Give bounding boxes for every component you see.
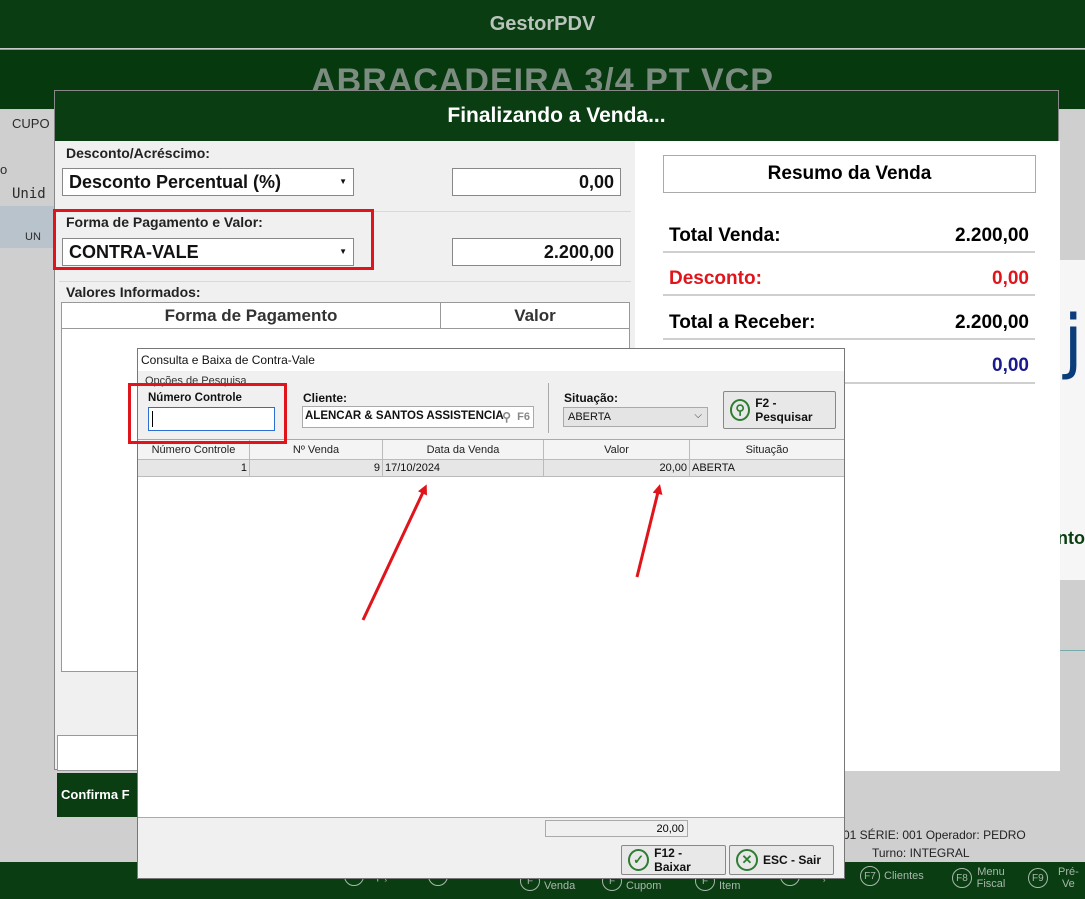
grid-footer: 20,00 <box>138 817 844 839</box>
person-search-icon[interactable]: ⚲ <box>502 410 511 424</box>
column-header: Valor <box>544 440 690 459</box>
column-header: Situação <box>745 443 789 456</box>
status-serie: 01 SÉRIE: 001 Operador: PEDRO <box>843 828 1026 842</box>
highlight-box-numero-controle <box>128 383 287 444</box>
footer-key-pre-venda[interactable]: F9 Pré-Ve <box>1028 866 1085 890</box>
situacao-select[interactable]: ABERTA ⌵ <box>563 407 708 427</box>
sair-button[interactable]: ✕ ESC - Sair <box>729 845 834 875</box>
f-key-icon: F7 <box>860 866 880 886</box>
column-header: Valor <box>514 305 556 325</box>
app-title-bar: GestorPDV <box>0 0 1085 48</box>
contravale-title: Consulta e Baixa de Contra-Vale <box>138 349 844 371</box>
total-venda-value: 2.200,00 <box>955 225 1029 246</box>
cliente-label: Cliente: <box>303 391 348 405</box>
f-key-icon: F9 <box>1028 868 1048 888</box>
divider <box>59 281 631 282</box>
close-icon: ✕ <box>736 849 758 871</box>
divider <box>663 338 1035 340</box>
app-title: GestorPDV <box>489 12 596 35</box>
f-key-icon: F8 <box>952 868 972 888</box>
situacao-label: Situação: <box>564 391 619 405</box>
desconto-type-value: Desconto Percentual (%) <box>69 172 282 192</box>
desconto-summary-label: Desconto: <box>669 268 762 289</box>
bg-right-text: nto <box>1057 528 1085 548</box>
total-venda-row: Total Venda: 2.200,00 <box>663 225 1035 247</box>
check-icon: ✓ <box>628 849 650 871</box>
sair-label: ESC - Sair <box>763 853 822 867</box>
desconto-type-select[interactable]: Desconto Percentual (%) ▼ <box>62 168 354 196</box>
desconto-row: Desconto: 0,00 <box>663 268 1035 290</box>
desconto-value-input[interactable]: 0,00 <box>452 168 621 196</box>
column-header: Forma de Pagamento <box>62 303 441 328</box>
cliente-field[interactable]: ALENCAR & SANTOS ASSISTENCIA ⚲ F6 <box>302 406 534 428</box>
bg-col-label: o <box>0 162 8 177</box>
cliente-value: ALENCAR & SANTOS ASSISTENCIA <box>305 410 504 422</box>
input-strip[interactable] <box>57 735 139 771</box>
chevron-down-icon: ⌵ <box>694 410 702 421</box>
divider <box>548 383 549 433</box>
baixar-label: F12 - Baixar <box>654 846 691 874</box>
bg-cupom-label: CUPO <box>12 116 50 131</box>
chevron-down-icon: ▼ <box>339 177 347 186</box>
resumo-title: Resumo da Venda <box>663 155 1036 193</box>
cliente-shortcut: F6 <box>517 411 530 423</box>
bg-right-glyph: j <box>1063 300 1083 382</box>
total-receber-value: 2.200,00 <box>955 312 1029 333</box>
cell-valor: 20,00 <box>544 460 690 476</box>
footer-key-clientes[interactable]: F7 Clientes <box>860 866 924 886</box>
pesquisar-button[interactable]: ⚲ F2 - Pesquisar <box>723 391 836 429</box>
column-header: Data da Venda <box>383 440 544 459</box>
bg-un-cell: UN <box>25 231 41 243</box>
dialog-title: Finalizando a Venda... <box>55 91 1058 141</box>
desconto-summary-value: 0,00 <box>992 268 1029 289</box>
table-row[interactable]: 1 9 17/10/2024 20,00 ABERTA <box>138 460 844 477</box>
footer-key-label: Pré-Ve <box>1058 866 1079 890</box>
footer-key-label: Menu Fiscal <box>976 866 1006 890</box>
divider <box>663 251 1035 253</box>
highlight-box-forma-pagamento <box>53 209 374 270</box>
total-receber-label: Total a Receber: <box>669 312 816 333</box>
cell-situacao: ABERTA <box>692 462 735 474</box>
forma-pagamento-valor-input[interactable]: 2.200,00 <box>452 238 621 266</box>
cell-data: 17/10/2024 <box>383 460 544 476</box>
footer-key-label: Clientes <box>884 870 924 882</box>
desconto-label: Desconto/Acréscimo: <box>66 145 210 161</box>
valores-informados-label: Valores Informados: <box>66 284 201 300</box>
cell-venda: 9 <box>250 460 383 476</box>
confirma-button[interactable]: Confirma F <box>57 773 137 817</box>
status-turno: Turno: INTEGRAL <box>872 846 970 860</box>
total-valor: 20,00 <box>545 820 688 837</box>
footer-key-menu-fiscal[interactable]: F8 Menu Fiscal <box>952 866 1006 890</box>
bg-unid-label: Unid <box>12 186 46 202</box>
cell-numero: 1 <box>138 460 250 476</box>
divider <box>663 294 1035 296</box>
baixar-button[interactable]: ✓ F12 - Baixar <box>621 845 726 875</box>
troco-value: 0,00 <box>992 355 1029 376</box>
total-receber-row: Total a Receber: 2.200,00 <box>663 312 1035 334</box>
contravale-grid[interactable]: Número Controle Nº Venda Data da Venda V… <box>138 439 844 817</box>
grid-header: Forma de Pagamento Valor <box>62 303 629 329</box>
total-venda-label: Total Venda: <box>669 225 781 246</box>
pesquisar-label: F2 - Pesquisar <box>755 396 813 424</box>
situacao-value: ABERTA <box>568 411 611 423</box>
search-icon: ⚲ <box>730 399 751 421</box>
